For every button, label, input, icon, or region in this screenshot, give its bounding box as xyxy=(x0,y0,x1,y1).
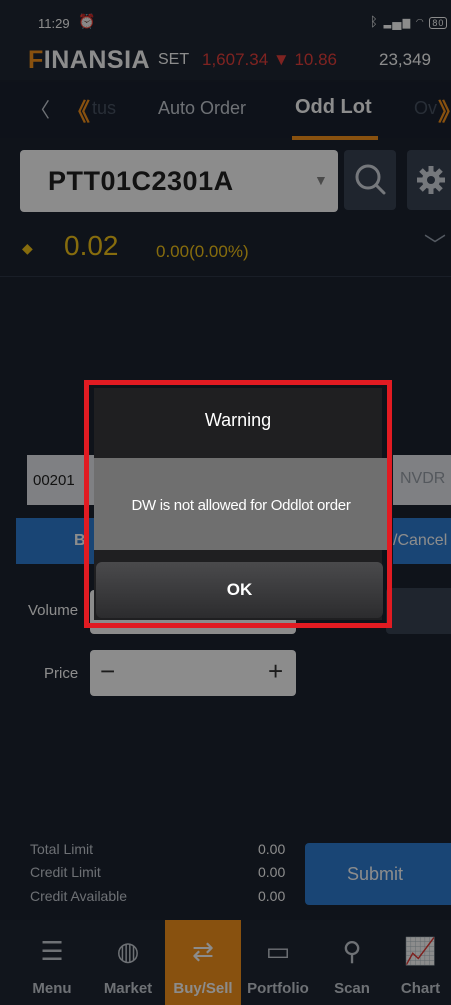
highlight-outline xyxy=(84,380,392,628)
